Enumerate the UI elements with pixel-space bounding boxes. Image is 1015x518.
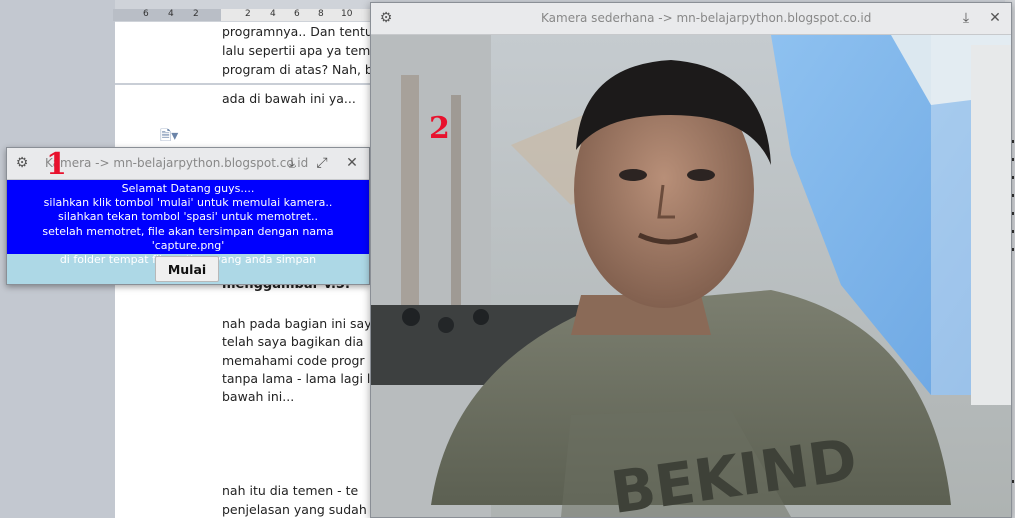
annotation-marker-1: 1 — [46, 147, 67, 182]
maximize-icon[interactable]: ⤢ — [311, 148, 333, 179]
message-line: silahkan klik tombol 'mulai' untuk memul… — [43, 196, 333, 210]
page-break — [115, 83, 373, 85]
control-window-title: Kamera -> mn-belajarpython.blogspot.co.i… — [45, 156, 309, 170]
message-line: Selamat Datang guys.... — [121, 182, 255, 195]
ruler-tick: 2 — [193, 9, 199, 19]
camera-feed: BEKIND — [371, 35, 1011, 517]
message-line: silahkan tekan tombol 'spasi' untuk memo… — [58, 210, 318, 224]
doc-text-line: ada di bawah ini ya... — [222, 91, 356, 106]
doc-text-line: programnya.. Dan tentu — [222, 24, 373, 39]
message-line: setelah memotret, file akan tersimpan de… — [42, 224, 334, 252]
camera-window-titlebar[interactable]: ⚙ Kamera sederhana -> mn-belajarpython.b… — [371, 3, 1011, 35]
ruler-tick: 2 — [245, 9, 251, 19]
doc-text-line: penjelasan yang sudah — [222, 502, 367, 517]
ruler-tick: 6 — [143, 9, 149, 19]
doc-text-line: program di atas? Nah, b — [222, 62, 373, 77]
gear-icon[interactable]: ⚙ — [375, 3, 397, 34]
camera-window-title: Kamera sederhana -> mn-belajarpython.blo… — [541, 11, 872, 25]
gear-icon[interactable]: ⚙ — [11, 148, 33, 179]
document-icon[interactable]: 🗎▾ — [160, 125, 178, 149]
close-icon[interactable]: ✕ — [341, 148, 363, 179]
doc-text-line: nah pada bagian ini say — [222, 316, 372, 331]
ruler[interactable]: 6 4 2 2 4 6 8 10 — [113, 9, 373, 21]
welcome-message: Selamat Datang guys.... silahkan klik to… — [7, 180, 369, 266]
ruler-tick: 8 — [318, 9, 324, 19]
doc-text-line: nah itu dia temen - te — [222, 483, 359, 498]
close-icon[interactable]: ✕ — [984, 3, 1006, 34]
ruler-tick: 6 — [294, 9, 300, 19]
annotation-marker-2: 2 — [429, 111, 450, 146]
ruler-tick: 4 — [270, 9, 276, 19]
doc-text-line: tanpa lama - lama lagi la — [222, 371, 379, 386]
mulai-button[interactable]: Mulai — [155, 256, 219, 282]
doc-text-line: telah saya bagikan dia — [222, 334, 364, 349]
download-icon[interactable]: ⤓ — [955, 3, 977, 34]
download-icon[interactable]: ⤓ — [281, 148, 303, 179]
camera-frame-image: BEKIND — [371, 35, 1011, 517]
doc-text-line: bawah ini... — [222, 389, 295, 404]
doc-text-line: memahami code progr — [222, 353, 365, 368]
ruler-tick: 4 — [168, 9, 174, 19]
doc-text-line: lalu sepertii apa ya tem — [222, 43, 371, 58]
camera-window[interactable]: ⚙ Kamera sederhana -> mn-belajarpython.b… — [370, 2, 1012, 518]
ruler-tick: 10 — [341, 9, 353, 19]
